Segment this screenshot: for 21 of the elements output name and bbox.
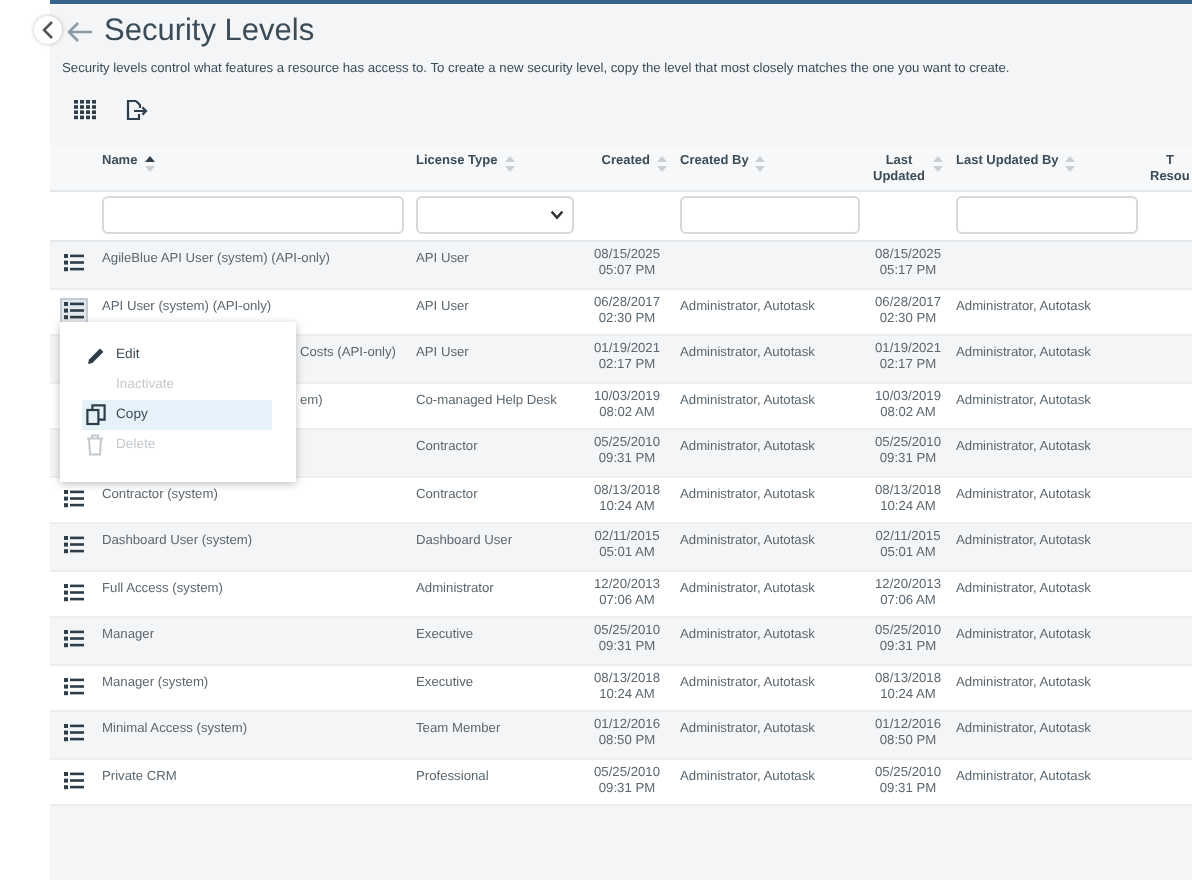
row-menu-button[interactable]	[59, 579, 87, 605]
row-menu-button[interactable]	[59, 767, 87, 793]
chevron-left-icon	[40, 20, 56, 40]
row-menu-button[interactable]	[59, 626, 87, 652]
filter-field[interactable]	[680, 196, 860, 234]
row-menu-button[interactable]	[59, 250, 87, 276]
row-menu-button[interactable]	[59, 532, 87, 558]
row-menu-button[interactable]	[59, 485, 87, 511]
copy-icon	[85, 404, 105, 426]
filter-field[interactable]	[102, 196, 404, 234]
row-menu-button[interactable]	[59, 297, 87, 323]
trash-icon	[86, 434, 104, 456]
chevron-down-icon	[550, 210, 564, 220]
collapse-button[interactable]	[34, 16, 62, 44]
filter-field[interactable]	[956, 196, 1138, 234]
row-menu-button[interactable]	[59, 673, 87, 699]
export-button[interactable]	[124, 98, 148, 122]
row-menu-button[interactable]	[59, 720, 87, 746]
pencil-icon	[85, 345, 105, 365]
column-chooser-button[interactable]	[74, 98, 96, 122]
page-title: Security Levels	[104, 14, 315, 50]
